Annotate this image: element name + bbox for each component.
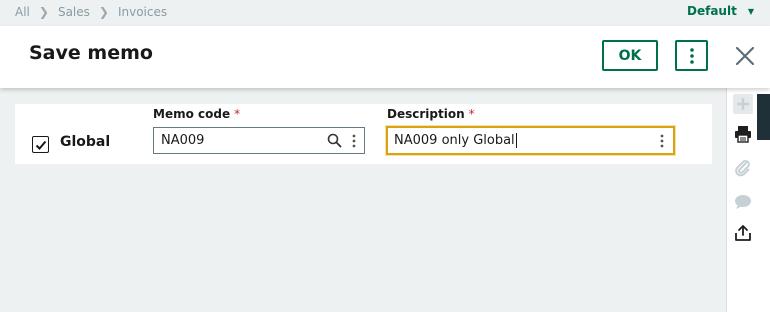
close-button[interactable] [734, 45, 756, 67]
memo-code-value: NA009 [161, 133, 205, 148]
close-icon [735, 46, 755, 66]
dialog-title: Save memo [29, 42, 153, 64]
global-label: Global [60, 134, 111, 150]
memo-code-input[interactable]: NA009 [153, 127, 365, 154]
ok-button[interactable]: OK [602, 40, 658, 71]
required-marker: * [234, 107, 241, 121]
comment-icon[interactable] [733, 192, 753, 212]
top-bar: All ❯ Sales ❯ Invoices Default ▼ [0, 0, 770, 26]
chevron-right-icon: ❯ [38, 5, 49, 19]
more-actions-button[interactable] [675, 40, 708, 71]
printer-icon[interactable] [733, 124, 753, 144]
field-menu-icon[interactable] [348, 128, 360, 153]
background-page-edge-dark [757, 94, 770, 140]
save-memo-dialog: Save memo OK Global Memo code * NA009 De… [0, 26, 770, 312]
share-icon[interactable] [733, 223, 753, 243]
plus-icon[interactable] [733, 94, 753, 114]
breadcrumb-item-invoices[interactable]: Invoices [118, 5, 167, 19]
description-input[interactable]: NA009 only Global [386, 126, 675, 155]
default-label: Default [687, 4, 737, 18]
checkmark-icon [35, 140, 46, 150]
dialog-header: Save memo OK [0, 26, 770, 88]
breadcrumb: All ❯ Sales ❯ Invoices [15, 5, 167, 19]
breadcrumb-item-all[interactable]: All [15, 5, 30, 19]
caret-down-icon: ▼ [747, 6, 754, 16]
paperclip-icon[interactable] [733, 158, 753, 178]
side-toolbar [726, 88, 757, 312]
search-icon[interactable] [324, 128, 344, 153]
memo-code-label: Memo code * [153, 107, 240, 121]
text-cursor [515, 133, 517, 148]
required-marker: * [468, 107, 475, 121]
memo-form: Global Memo code * NA009 Description * NA0… [15, 104, 712, 164]
breadcrumb-item-sales[interactable]: Sales [58, 5, 90, 19]
description-value: NA009 only Global [394, 133, 515, 148]
chevron-right-icon: ❯ [98, 5, 109, 19]
field-menu-icon[interactable] [656, 128, 668, 153]
default-dropdown[interactable]: Default ▼ [687, 4, 754, 18]
description-label-text: Description [387, 107, 465, 121]
description-label: Description * [387, 107, 475, 121]
memo-code-label-text: Memo code [153, 107, 231, 121]
global-checkbox[interactable] [32, 136, 49, 153]
more-vertical-icon [689, 47, 694, 64]
